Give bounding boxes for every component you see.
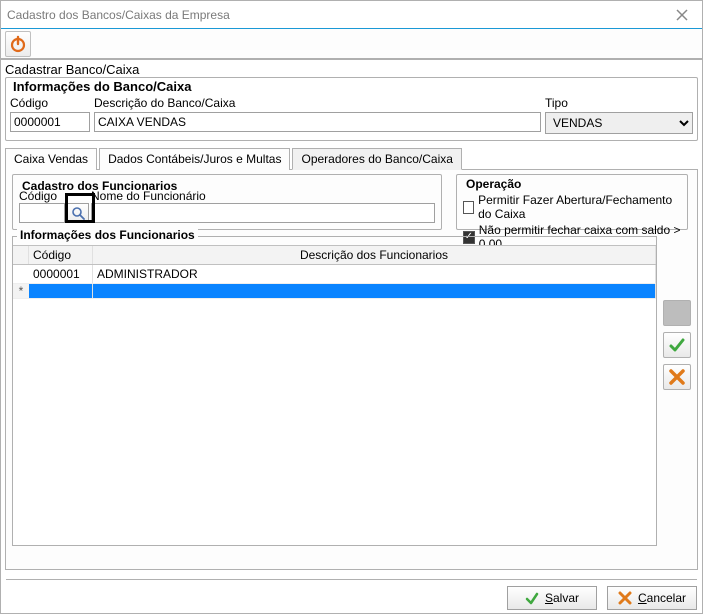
side-button-gray[interactable] <box>663 300 691 326</box>
check-icon <box>525 591 539 605</box>
window-title: Cadastro dos Bancos/Caixas da Empresa <box>7 8 670 22</box>
info-banco-legend: Informações do Banco/Caixa <box>10 79 194 94</box>
checkbox-permitir-abertura[interactable] <box>463 201 474 214</box>
tipo-label: Tipo <box>545 96 693 110</box>
cad-func-codigo-input[interactable] <box>19 203 65 223</box>
cross-icon <box>668 368 686 386</box>
row-codigo: 0000001 <box>29 265 93 283</box>
descricao-label: Descrição do Banco/Caixa <box>94 96 541 110</box>
grid-col-marker <box>13 246 29 264</box>
salvar-button[interactable]: Salvar <box>507 586 597 610</box>
side-button-confirm[interactable] <box>663 332 691 358</box>
cross-icon <box>618 591 632 605</box>
operacao-group: Operação Permitir Fazer Abertura/Fechame… <box>456 174 688 230</box>
row-desc-new <box>93 284 656 298</box>
tabs: Caixa Vendas Dados Contábeis/Juros e Mul… <box>5 147 698 170</box>
permitir-label: Permitir Fazer Abertura/Fechamento do Ca… <box>478 193 681 221</box>
side-button-cancel[interactable] <box>663 364 691 390</box>
titlebar: Cadastro dos Bancos/Caixas da Empresa <box>1 1 702 29</box>
check-icon <box>668 336 686 354</box>
tab-pane-operadores: Cadastro dos Funcionarios Código Nome do… <box>5 170 698 570</box>
grid-body: 0000001 ADMINISTRADOR * <box>13 265 656 545</box>
close-icon <box>676 9 688 21</box>
salvar-label: Salvar <box>545 591 579 605</box>
section-title: Cadastrar Banco/Caixa <box>1 60 702 77</box>
table-row-new[interactable]: * <box>13 284 656 299</box>
descricao-input[interactable] <box>94 112 541 132</box>
power-icon <box>9 35 27 53</box>
toolbar <box>1 29 702 59</box>
grid-col-codigo[interactable]: Código <box>29 246 93 264</box>
info-func-legend: Informações dos Funcionarios <box>17 228 198 242</box>
grid-header: Código Descrição dos Funcionarios <box>13 246 656 265</box>
codigo-label: Código <box>10 96 90 110</box>
cad-func-nome-label: Nome do Funcionário <box>91 189 435 203</box>
table-row[interactable]: 0000001 ADMINISTRADOR <box>13 265 656 284</box>
info-banco-group: Informações do Banco/Caixa Código Descri… <box>5 77 698 141</box>
informacoes-funcionarios-group: Informações dos Funcionarios Código Desc… <box>12 236 657 546</box>
row-marker <box>13 265 29 283</box>
grid-col-descricao[interactable]: Descrição dos Funcionarios <box>93 246 656 264</box>
side-buttons <box>663 300 693 390</box>
codigo-input[interactable] <box>10 112 90 132</box>
window-close-button[interactable] <box>670 5 694 25</box>
cancelar-label: Cancelar <box>638 591 686 605</box>
row-desc: ADMINISTRADOR <box>93 265 656 283</box>
cad-func-codigo-label: Código <box>19 189 65 203</box>
row-codigo-new <box>29 284 93 298</box>
search-funcionario-button[interactable] <box>67 203 89 223</box>
operacao-legend: Operação <box>463 177 524 191</box>
funcionarios-grid: Código Descrição dos Funcionarios 000000… <box>13 245 656 545</box>
cancelar-button[interactable]: Cancelar <box>607 586 697 610</box>
tab-dados-contabeis[interactable]: Dados Contábeis/Juros e Multas <box>99 148 290 170</box>
magnifier-icon <box>71 206 85 220</box>
footer: Salvar Cancelar <box>6 579 697 610</box>
cad-func-nome-input[interactable] <box>91 203 435 223</box>
cadastro-funcionarios-group: Cadastro dos Funcionarios Código Nome do… <box>12 174 442 230</box>
power-button[interactable] <box>5 31 31 57</box>
tipo-select[interactable]: VENDAS <box>545 112 693 134</box>
new-row-marker: * <box>13 284 29 298</box>
tab-caixa-vendas[interactable]: Caixa Vendas <box>5 148 97 170</box>
tab-operadores[interactable]: Operadores do Banco/Caixa <box>292 148 461 170</box>
